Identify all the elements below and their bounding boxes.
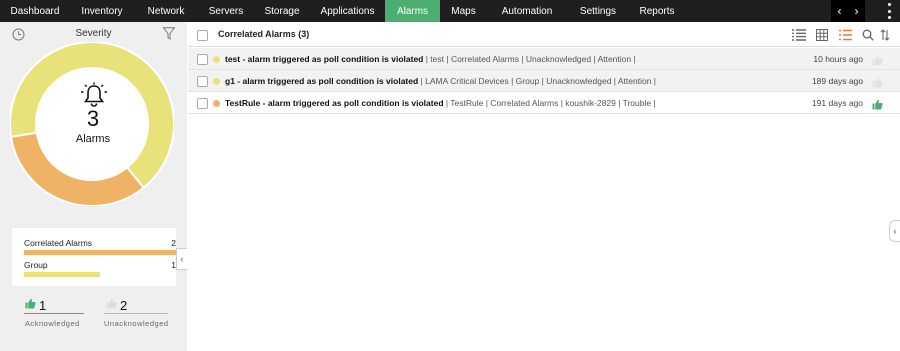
tab-settings[interactable]: Settings (567, 0, 629, 22)
alarm-text: g1 - alarm triggered as poll condition i… (225, 76, 656, 86)
sort-icon[interactable] (880, 28, 890, 46)
unacknowledged-count: 2 (120, 297, 128, 313)
alarm-text: test - alarm triggered as poll condition… (225, 54, 636, 64)
alarm-text: TestRule - alarm triggered as poll condi… (225, 98, 656, 108)
acknowledged-stat[interactable]: 1 Acknowledged (25, 296, 80, 329)
alarm-meta: | LAMA Critical Devices | Group | Unackn… (418, 76, 657, 86)
acknowledge-icon[interactable] (872, 53, 883, 71)
alarm-meta: | test | Correlated Alarms | Unacknowled… (423, 54, 636, 64)
alarm-time: 10 hours ago (813, 54, 863, 64)
alarm-time: 191 days ago (811, 98, 863, 108)
search-icon[interactable] (862, 28, 874, 46)
alarm-meta: | TestRule | Correlated Alarms | koushik… (443, 98, 656, 108)
chevron-right-icon[interactable]: › (855, 4, 859, 18)
tab-applications[interactable]: Applications (310, 0, 385, 22)
tab-storage[interactable]: Storage (254, 0, 310, 22)
alarm-time: 189 days ago (811, 76, 863, 86)
alarm-list-header: Correlated Alarms (3) (188, 22, 900, 47)
top-navigation: Dashboard Inventory Network Servers Stor… (0, 0, 900, 22)
more-menu-icon[interactable] (886, 3, 892, 19)
tab-reports[interactable]: Reports (629, 0, 685, 22)
unacknowledged-stat[interactable]: 2 Unacknowledged (104, 296, 169, 329)
list-title: Correlated Alarms (3) (218, 29, 310, 39)
collapse-sidebar-button[interactable]: ‹ (176, 248, 187, 270)
row-checkbox[interactable] (197, 76, 208, 87)
severity-legend: Correlated Alarms 2 Group 1 (12, 228, 176, 286)
legend-label: Correlated Alarms (24, 238, 93, 248)
detail-view-icon[interactable] (839, 28, 853, 46)
legend-item-group[interactable]: Group 1 (24, 260, 176, 277)
tab-scroll-arrows: ‹ › (831, 0, 865, 22)
tab-network[interactable]: Network (134, 0, 198, 22)
severity-dot (213, 56, 220, 63)
legend-bar (24, 250, 176, 255)
alarm-list-panel: Correlated Alarms (3) test - alarm trigg… (188, 22, 900, 351)
alarm-title[interactable]: test - alarm triggered as poll condition… (225, 54, 423, 64)
legend-count: 2 (171, 238, 176, 248)
select-all-checkbox[interactable] (197, 30, 208, 41)
alarm-count-label: Alarms (75, 133, 111, 145)
acknowledged-icon[interactable] (872, 97, 883, 115)
severity-dot (213, 78, 220, 85)
legend-bar (24, 272, 100, 277)
tab-alarms[interactable]: Alarms (385, 0, 440, 22)
unacknowledged-underline (104, 313, 168, 314)
tab-inventory[interactable]: Inventory (70, 0, 134, 22)
chevron-left-icon[interactable]: ‹ (838, 4, 842, 18)
alarm-row[interactable]: test - alarm triggered as poll condition… (188, 48, 900, 70)
alarm-title[interactable]: g1 - alarm triggered as poll condition i… (225, 76, 418, 86)
unacknowledged-label: Unacknowledged (104, 319, 169, 328)
row-checkbox[interactable] (197, 54, 208, 65)
tab-automation[interactable]: Automation (487, 0, 567, 22)
severity-sidebar: Severity 3 Alarms Correlated Alarms 2 Gr… (0, 22, 187, 351)
tab-maps[interactable]: Maps (440, 0, 487, 22)
acknowledged-underline (24, 313, 84, 314)
tab-dashboard[interactable]: Dashboard (0, 0, 70, 22)
table-view-icon[interactable] (816, 28, 828, 46)
acknowledged-count: 1 (39, 297, 47, 313)
expand-right-panel-button[interactable]: ‹ (889, 220, 900, 242)
row-checkbox[interactable] (197, 98, 208, 109)
legend-label: Group (24, 260, 48, 270)
alarm-row[interactable]: TestRule - alarm triggered as poll condi… (188, 92, 900, 114)
alarm-row[interactable]: g1 - alarm triggered as poll condition i… (188, 70, 900, 92)
alarm-title[interactable]: TestRule - alarm triggered as poll condi… (225, 98, 444, 108)
legend-item-correlated[interactable]: Correlated Alarms 2 (24, 238, 176, 255)
severity-dot (213, 100, 220, 107)
list-view-icon[interactable] (792, 28, 806, 46)
thumbs-up-outline-icon (106, 296, 117, 314)
donut-center: 3 Alarms (38, 74, 148, 145)
thumbs-up-icon (25, 296, 36, 314)
alarm-count: 3 (86, 106, 100, 131)
severity-title: Severity (75, 28, 112, 39)
acknowledge-icon[interactable] (872, 75, 883, 93)
acknowledged-label: Acknowledged (25, 319, 80, 328)
tab-servers[interactable]: Servers (198, 0, 254, 22)
